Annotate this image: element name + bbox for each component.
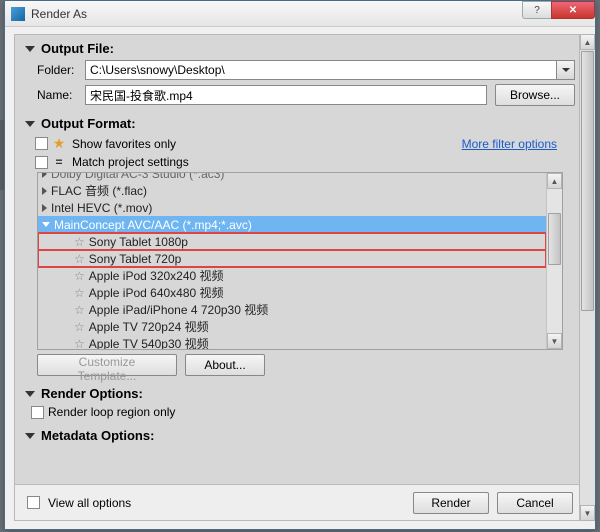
output-format-section: Output Format: ★ Show favorites only Mor… (15, 114, 585, 384)
app-icon (11, 7, 25, 21)
format-item[interactable]: Dolby Digital AC-3 Studio (*.ac3) (38, 173, 546, 182)
output-file-section: Output File: Folder: Name: Browse... (15, 35, 585, 114)
render-options-section: Render Options: Render loop region only (15, 384, 585, 426)
format-item[interactable]: ☆ Apple iPod 320x240 视频 (38, 267, 546, 284)
format-item-label: Apple iPod 640x480 视频 (89, 284, 224, 301)
format-item[interactable]: ☆ Apple TV 540p30 视频 (38, 335, 546, 349)
metadata-options-title: Metadata Options: (41, 428, 154, 443)
format-item[interactable]: ☆ Apple TV 720p24 视频 (38, 318, 546, 335)
format-item-label: Intel HEVC (*.mov) (51, 201, 152, 215)
format-item[interactable]: MainConcept AVC/AAC (*.mp4;*.avc) (38, 216, 546, 233)
format-item-label: Apple iPod 320x240 视频 (89, 267, 224, 284)
format-list[interactable]: Dolby Digital AC-3 Studio (*.ac3)FLAC 音频… (38, 173, 546, 349)
favorite-star-icon[interactable]: ☆ (74, 269, 85, 283)
chevron-down-icon (562, 68, 570, 72)
favorite-star-icon[interactable]: ☆ (74, 286, 85, 300)
collapse-arrow-icon (25, 46, 35, 52)
favorite-star-icon[interactable]: ☆ (74, 235, 85, 249)
dialog-scrollbar[interactable]: ▲ ▼ (579, 34, 595, 521)
name-row: Name: Browse... (37, 84, 575, 106)
format-item-label: Apple TV 540p30 视频 (89, 335, 209, 349)
tree-arrow-down-icon (42, 222, 50, 227)
folder-row: Folder: (37, 60, 575, 80)
folder-dropdown[interactable] (557, 60, 575, 80)
output-format-title: Output Format: (41, 116, 136, 131)
cancel-button[interactable]: Cancel (497, 492, 573, 514)
scroll-thumb[interactable] (581, 51, 594, 311)
folder-label: Folder: (37, 63, 85, 77)
scroll-down-icon[interactable]: ▼ (580, 505, 595, 521)
bottom-bar: View all options Render Cancel (15, 484, 585, 520)
metadata-options-header[interactable]: Metadata Options: (25, 428, 575, 443)
format-item[interactable]: ☆ Sony Tablet 1080p (38, 233, 546, 250)
format-item-label: Sony Tablet 720p (89, 252, 182, 266)
render-options-header[interactable]: Render Options: (25, 386, 575, 401)
format-item-label: MainConcept AVC/AAC (*.mp4;*.avc) (54, 218, 252, 232)
match-project-checkbox[interactable] (35, 156, 48, 169)
scroll-up-icon[interactable]: ▲ (580, 34, 595, 50)
more-filter-link[interactable]: More filter options (462, 137, 557, 151)
format-item-label: Apple iPad/iPhone 4 720p30 视频 (89, 301, 268, 318)
favorite-star-icon[interactable]: ☆ (74, 303, 85, 317)
name-input[interactable] (85, 85, 487, 105)
format-item[interactable]: ☆ Apple iPod 640x480 视频 (38, 284, 546, 301)
tree-arrow-right-icon (42, 173, 47, 178)
dialog-content: Output File: Folder: Name: Browse... Out… (14, 34, 586, 521)
scroll-thumb[interactable] (548, 213, 561, 265)
scroll-up-icon[interactable]: ▲ (547, 173, 562, 189)
format-item-label: Apple TV 720p24 视频 (89, 318, 209, 335)
favorite-star-icon[interactable]: ☆ (74, 252, 85, 266)
metadata-options-section: Metadata Options: (15, 426, 585, 451)
browse-button[interactable]: Browse... (495, 84, 575, 106)
output-file-header[interactable]: Output File: (25, 41, 575, 56)
show-favorites-row: ★ Show favorites only More filter option… (35, 135, 575, 152)
format-scrollbar[interactable]: ▲ ▼ (546, 173, 562, 349)
name-label: Name: (37, 88, 85, 102)
render-button[interactable]: Render (413, 492, 489, 514)
star-icon: ★ (52, 135, 66, 152)
show-favorites-label: Show favorites only (72, 137, 176, 151)
format-item-label: FLAC 音频 (*.flac) (51, 182, 147, 199)
format-item-label: Sony Tablet 1080p (89, 235, 188, 249)
output-file-title: Output File: (41, 41, 114, 56)
titlebar[interactable]: Render As ? ✕ (5, 1, 595, 27)
equals-icon: = (52, 155, 66, 169)
window-title: Render As (31, 7, 87, 21)
show-favorites-checkbox[interactable] (35, 137, 48, 150)
collapse-arrow-icon (25, 121, 35, 127)
tree-arrow-right-icon (42, 187, 47, 195)
close-button[interactable]: ✕ (551, 1, 595, 19)
about-button[interactable]: About... (185, 354, 265, 376)
favorite-star-icon[interactable]: ☆ (74, 337, 85, 350)
help-button[interactable]: ? (522, 1, 552, 19)
format-item[interactable]: ☆ Sony Tablet 720p (38, 250, 546, 267)
match-project-row: = Match project settings (35, 155, 575, 169)
output-format-header[interactable]: Output Format: (25, 116, 575, 131)
favorite-star-icon[interactable]: ☆ (74, 320, 85, 334)
format-item-label: Dolby Digital AC-3 Studio (*.ac3) (51, 173, 224, 181)
loop-region-label: Render loop region only (48, 405, 175, 419)
scroll-down-icon[interactable]: ▼ (547, 333, 562, 349)
view-all-checkbox[interactable] (27, 496, 40, 509)
match-project-label: Match project settings (72, 155, 189, 169)
view-all-label: View all options (48, 496, 131, 510)
format-item[interactable]: FLAC 音频 (*.flac) (38, 182, 546, 199)
format-item[interactable]: Intel HEVC (*.mov) (38, 199, 546, 216)
loop-region-row: Render loop region only (31, 405, 575, 419)
customize-template-button[interactable]: Customize Template... (37, 354, 177, 376)
tree-arrow-right-icon (42, 204, 47, 212)
format-item[interactable]: ☆ Apple iPad/iPhone 4 720p30 视频 (38, 301, 546, 318)
folder-input[interactable] (85, 60, 557, 80)
collapse-arrow-icon (25, 391, 35, 397)
render-as-dialog: Render As ? ✕ Output File: Folder: Name:… (4, 0, 596, 530)
loop-region-checkbox[interactable] (31, 406, 44, 419)
format-list-box: Dolby Digital AC-3 Studio (*.ac3)FLAC 音频… (37, 172, 563, 350)
collapse-arrow-icon (25, 433, 35, 439)
render-options-title: Render Options: (41, 386, 143, 401)
